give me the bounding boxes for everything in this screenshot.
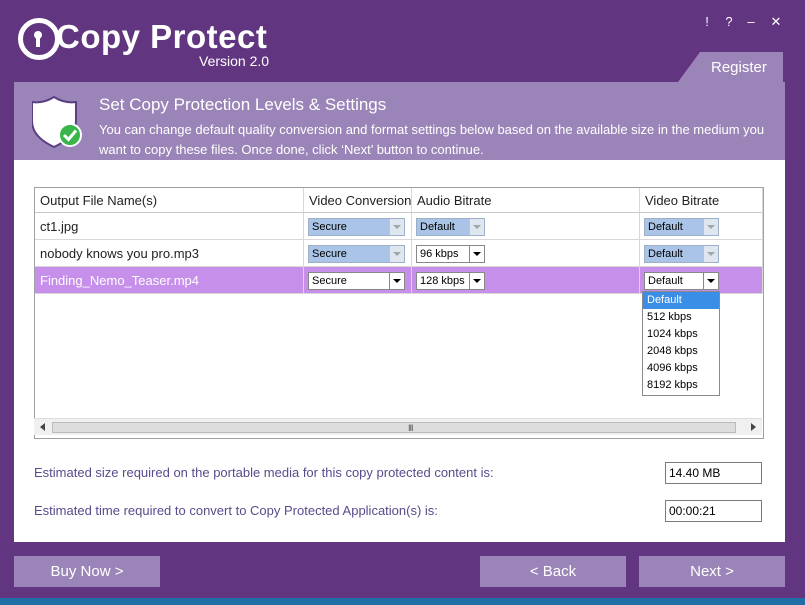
main-panel: Output File Name(s) Video Conversion Aud… [14, 160, 785, 542]
dropdown-option[interactable]: 512 kbps [643, 309, 719, 326]
scroll-left-icon[interactable] [40, 423, 45, 431]
chevron-down-icon [469, 273, 484, 289]
chevron-down-icon [703, 246, 718, 262]
audio-bitrate-select[interactable]: 96 kbps [416, 245, 485, 263]
shield-check-icon [32, 95, 82, 149]
chevron-down-icon [703, 219, 718, 235]
video-bitrate-select[interactable]: Default [644, 272, 719, 290]
column-header-output-file[interactable]: Output File Name(s) [35, 188, 304, 213]
dropdown-option[interactable]: 4096 kbps [643, 360, 719, 377]
file-name-cell: nobody knows you pro.mp3 [35, 240, 304, 267]
chevron-down-icon [389, 246, 404, 262]
estimated-size-label: Estimated size required on the portable … [34, 465, 494, 480]
dropdown-option[interactable]: 1024 kbps [643, 326, 719, 343]
app-version: Version 2.0 [199, 53, 270, 69]
about-button[interactable]: ? [722, 14, 736, 30]
video-conversion-select[interactable]: Secure [308, 218, 405, 236]
video-bitrate-select[interactable]: Default [644, 245, 719, 263]
dropdown-option[interactable]: 8192 kbps [643, 377, 719, 394]
help-button[interactable]: ! [700, 14, 714, 30]
info-banner: Set Copy Protection Levels & Settings Yo… [14, 82, 785, 160]
back-button[interactable]: < Back [480, 556, 626, 587]
next-button[interactable]: Next > [639, 556, 785, 587]
chevron-down-icon [703, 273, 718, 289]
minimize-button[interactable]: – [744, 14, 758, 30]
logo-icon [18, 18, 60, 60]
file-name-cell: Finding_Nemo_Teaser.mp4 [35, 267, 304, 294]
video-bitrate-dropdown-list: Default 512 kbps 1024 kbps 2048 kbps 409… [642, 291, 720, 396]
register-button[interactable]: Register [678, 52, 783, 82]
dropdown-option[interactable]: Default [643, 292, 719, 309]
estimated-time-label: Estimated time required to convert to Co… [34, 503, 438, 518]
scroll-grip: III [408, 423, 413, 433]
video-bitrate-select[interactable]: Default [644, 218, 719, 236]
dropdown-option[interactable]: 2048 kbps [643, 343, 719, 360]
column-header-audio-bitrate[interactable]: Audio Bitrate [412, 188, 640, 213]
scroll-right-icon[interactable] [751, 423, 756, 431]
chevron-down-icon [389, 219, 404, 235]
info-title: Set Copy Protection Levels & Settings [99, 95, 387, 114]
chevron-down-icon [389, 273, 404, 289]
buy-now-button[interactable]: Buy Now > [14, 556, 160, 587]
register-label: Register [711, 59, 767, 76]
audio-bitrate-select[interactable]: Default [416, 218, 485, 236]
video-conversion-select[interactable]: Secure [308, 245, 405, 263]
chevron-down-icon [469, 219, 484, 235]
video-conversion-select[interactable]: Secure [308, 272, 405, 290]
taskbar-strip [0, 598, 805, 605]
info-description: You can change default quality conversio… [99, 122, 765, 157]
file-name-cell: ct1.jpg [35, 213, 304, 240]
app-title: Copy Protect [56, 18, 268, 55]
audio-bitrate-select[interactable]: 128 kbps [416, 272, 485, 290]
estimated-size-field: 14.40 MB [665, 462, 762, 484]
column-header-video-conversion[interactable]: Video Conversion [304, 188, 412, 213]
scrollbar-thumb[interactable]: III [52, 422, 736, 433]
estimated-time-field: 00:00:21 [665, 500, 762, 522]
horizontal-scrollbar[interactable]: III [34, 418, 762, 435]
chevron-down-icon [469, 246, 484, 262]
close-button[interactable]: ✕ [769, 14, 783, 30]
column-header-video-bitrate[interactable]: Video Bitrate [640, 188, 763, 213]
